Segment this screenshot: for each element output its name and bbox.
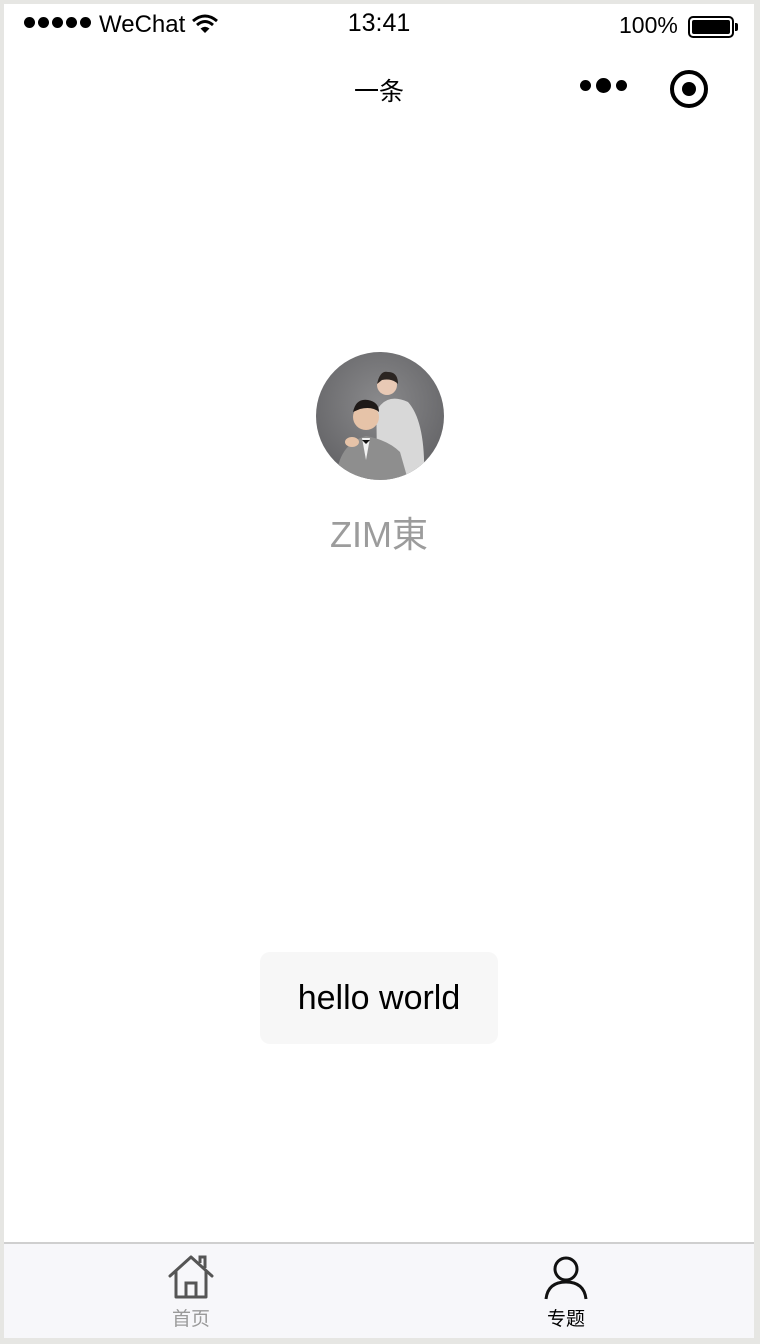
more-dot-icon (596, 78, 611, 93)
avatar (316, 352, 444, 480)
status-bar: WeChat 13:41 100% (4, 4, 754, 44)
tab-home-label: 首页 (171, 1309, 210, 1330)
target-icon (682, 82, 696, 96)
tab-home[interactable]: 首页 (131, 1244, 251, 1338)
user-icon (544, 1256, 588, 1300)
more-dot-icon (616, 80, 627, 91)
phone-screen: WeChat 13:41 100% 一条 ZIM東 hello world 首页… (4, 4, 754, 1338)
hello-world-label: hello world (297, 978, 461, 1017)
home-icon (168, 1255, 214, 1299)
page-title: 一条 (353, 78, 404, 106)
more-options-button[interactable] (580, 78, 627, 93)
more-dot-icon (580, 80, 591, 91)
hello-world-button[interactable]: hello world (260, 952, 498, 1044)
avatar-photo (316, 352, 444, 480)
close-miniprogram-button[interactable] (670, 70, 708, 108)
battery-percentage: 100% (619, 12, 678, 38)
tab-topic[interactable]: 专题 (506, 1244, 626, 1338)
user-nickname: ZIM東 (330, 514, 428, 555)
navigation-bar: 一条 (4, 44, 754, 132)
battery-icon (688, 16, 738, 38)
tab-topic-label: 专题 (546, 1309, 585, 1330)
tab-bar: 首页 专题 (4, 1242, 754, 1338)
